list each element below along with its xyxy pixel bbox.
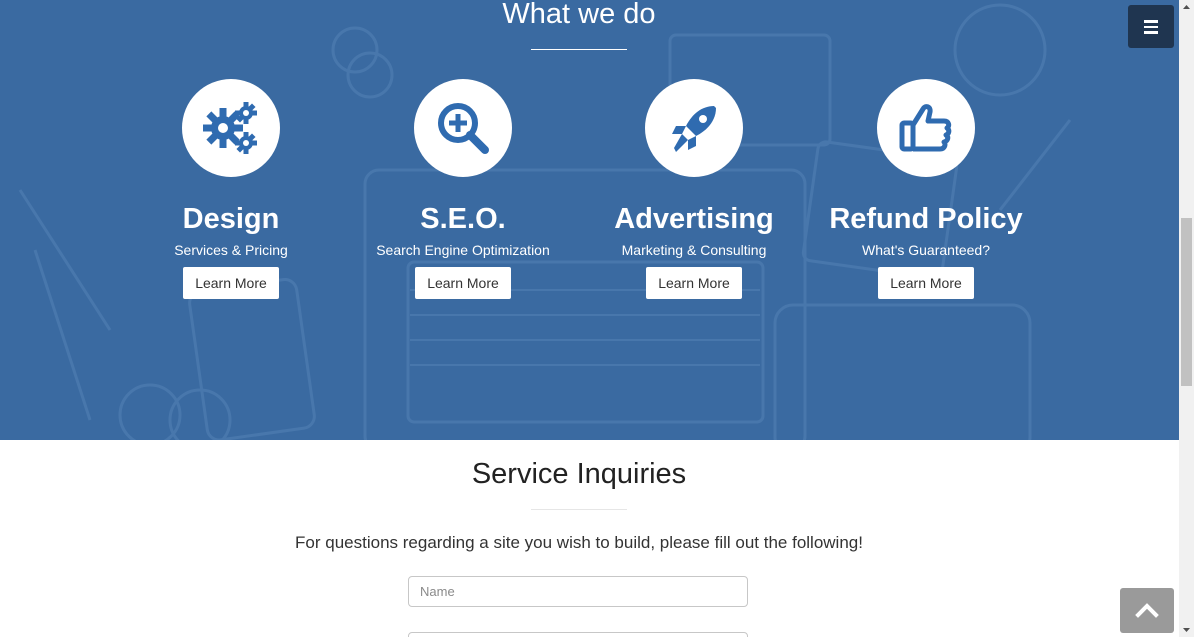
service-advertising: Advertising Marketing & Consulting Learn… xyxy=(578,79,810,299)
title-divider xyxy=(531,509,627,510)
service-subtitle: What's Guaranteed? xyxy=(862,242,990,258)
scroll-to-top-button[interactable] xyxy=(1120,588,1174,633)
scroll-down-arrow-icon[interactable] xyxy=(1179,622,1194,637)
page-scrollbar[interactable] xyxy=(1179,0,1194,637)
service-subtitle: Services & Pricing xyxy=(174,242,288,258)
scroll-up-arrow-icon[interactable] xyxy=(1179,0,1194,15)
learn-more-button[interactable]: Learn More xyxy=(878,267,974,299)
service-title: S.E.O. xyxy=(420,203,506,235)
what-we-do-section: What we do Design Services & Pricing Lea… xyxy=(0,0,1179,440)
inquiries-intro: For questions regarding a site you wish … xyxy=(295,533,863,552)
service-subtitle: Search Engine Optimization xyxy=(376,242,550,258)
menu-button[interactable] xyxy=(1128,5,1174,48)
hamburger-icon xyxy=(1144,31,1158,34)
search-plus-icon xyxy=(438,103,489,154)
second-input[interactable] xyxy=(408,632,748,637)
learn-more-button[interactable]: Learn More xyxy=(646,267,742,299)
learn-more-button[interactable]: Learn More xyxy=(415,267,511,299)
service-seo: S.E.O. Search Engine Optimization Learn … xyxy=(347,79,579,299)
service-icon-circle xyxy=(645,79,743,177)
rocket-icon xyxy=(672,106,716,152)
scrollbar-thumb[interactable] xyxy=(1181,218,1192,386)
inquiries-title: Service Inquiries xyxy=(471,458,687,490)
hamburger-icon xyxy=(1144,25,1158,28)
title-divider xyxy=(531,49,627,50)
thumbs-up-icon xyxy=(899,104,952,152)
service-icon-circle xyxy=(182,79,280,177)
service-design: Design Services & Pricing Learn More xyxy=(115,79,347,299)
chevron-up-icon xyxy=(1135,603,1159,618)
service-title: Advertising xyxy=(614,203,774,235)
learn-more-button[interactable]: Learn More xyxy=(183,267,279,299)
gears-icon xyxy=(203,102,257,154)
section-title: What we do xyxy=(502,0,656,30)
hamburger-icon xyxy=(1144,20,1158,23)
service-title: Refund Policy xyxy=(829,203,1023,235)
service-subtitle: Marketing & Consulting xyxy=(621,242,767,258)
service-title: Design xyxy=(182,203,280,235)
page: What we do Design Services & Pricing Lea… xyxy=(0,0,1194,637)
service-icon-circle xyxy=(414,79,512,177)
service-icon-circle xyxy=(877,79,975,177)
service-refund-policy: Refund Policy What's Guaranteed? Learn M… xyxy=(810,79,1042,299)
name-input[interactable] xyxy=(408,576,748,607)
